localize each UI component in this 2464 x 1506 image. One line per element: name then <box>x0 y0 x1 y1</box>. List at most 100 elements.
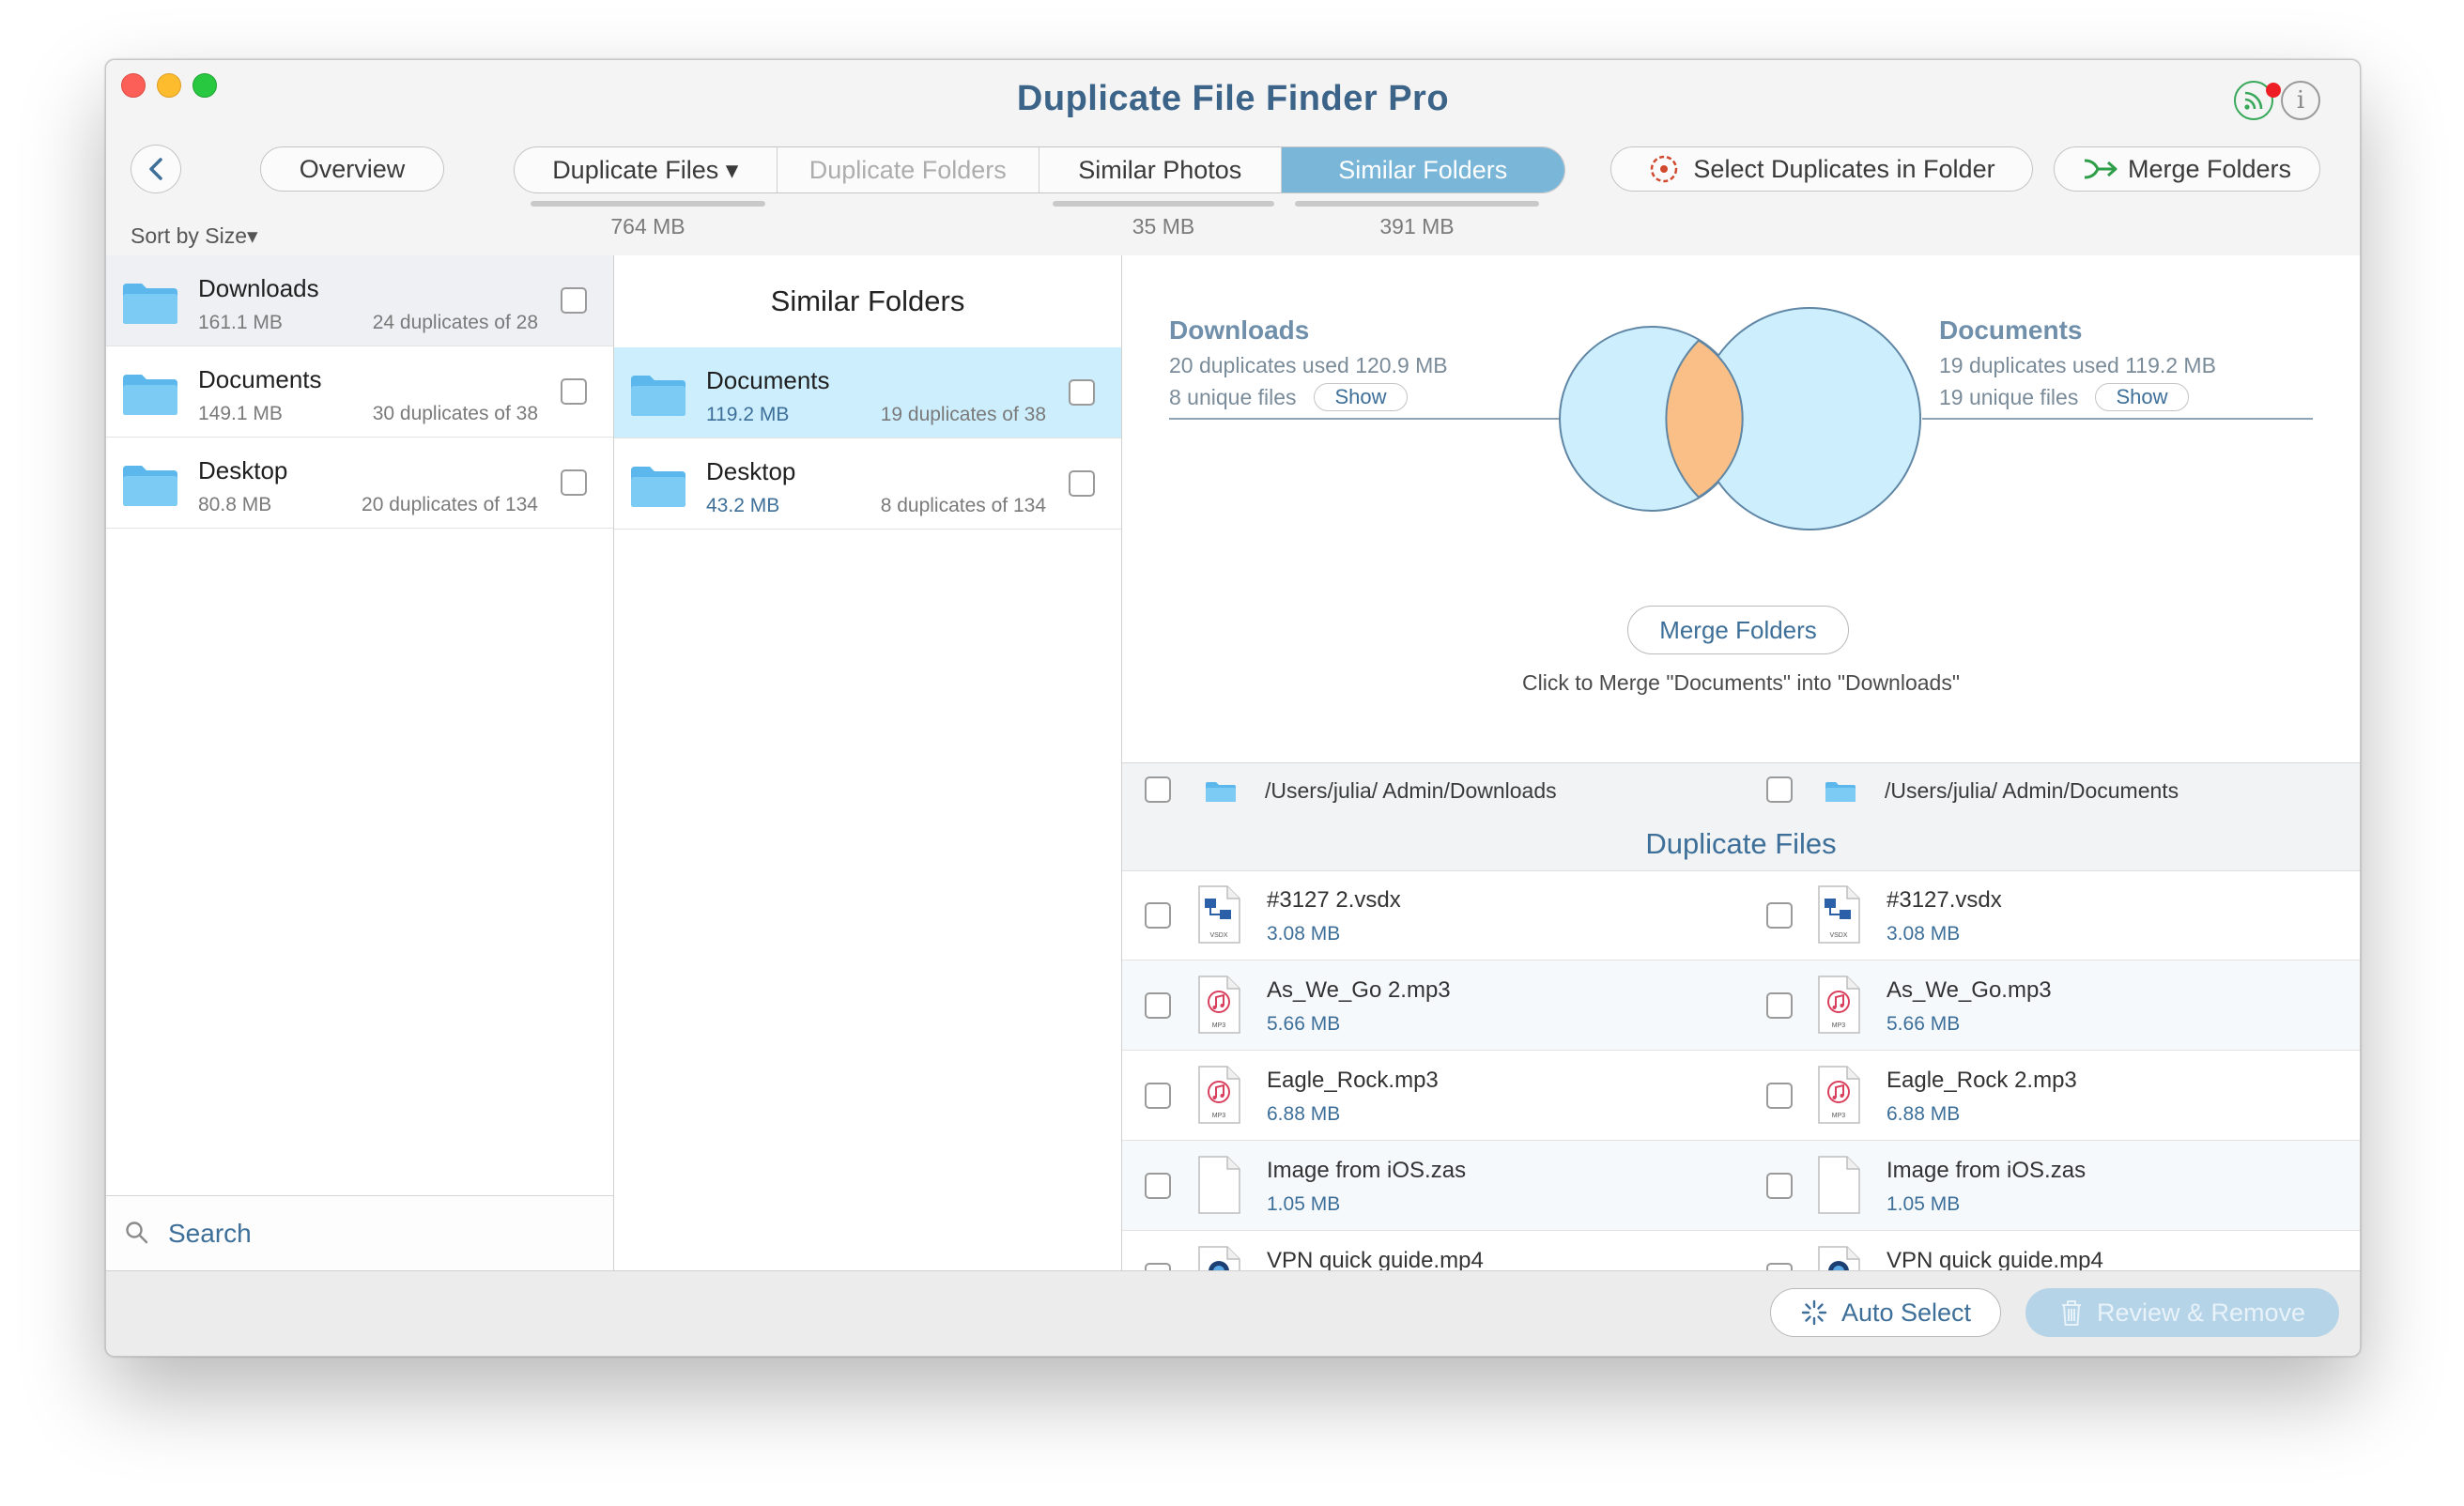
merge-hint-text: Click to Merge "Documents" into "Downloa… <box>1521 670 1960 695</box>
folder-name: Desktop <box>706 457 796 485</box>
tab-similar-folders[interactable]: Similar Folders <box>1281 147 1564 192</box>
folder-row-downloads[interactable]: Downloads 161.1 MB 24 duplicates of 28 <box>106 255 613 346</box>
mp3-file-icon: MP3 <box>1817 1066 1860 1124</box>
bottom-toolbar: Auto Select Review & Remove <box>106 1270 2360 1356</box>
duplicate-file-row[interactable]: MP3 Eagle_Rock.mp3 6.88 MB MP3 Eagle_Rock 2.… <box>1122 1051 2360 1141</box>
magic-wand-icon <box>1801 1299 1827 1326</box>
view-mode-segmented-control: Duplicate Files ▾ Duplicate Folders Simi… <box>514 146 1565 193</box>
auto-select-button[interactable]: Auto Select <box>1770 1288 2001 1337</box>
right-file-size: 1.05 MB <box>1886 1193 1961 1215</box>
folder-checkbox[interactable] <box>1069 379 1095 406</box>
folder-name: Desktop <box>198 456 288 484</box>
select-duplicates-in-folder-button[interactable]: Select Duplicates in Folder <box>1610 146 2033 192</box>
left-file-checkbox[interactable] <box>1145 1173 1171 1199</box>
merge-folders-toolbar-label: Merge Folders <box>2127 154 2292 183</box>
select-all-right-checkbox[interactable] <box>1766 776 1793 803</box>
folder-size: 119.2 MB <box>706 404 790 425</box>
svg-text:MP3: MP3 <box>1212 1022 1226 1029</box>
folder-size: 149.1 MB <box>198 403 283 424</box>
select-duplicates-label: Select Duplicates in Folder <box>1693 154 1995 183</box>
duplicate-file-row[interactable]: Image from iOS.zas 1.05 MB Image from iOS.… <box>1122 1141 2360 1231</box>
search-placeholder: Search <box>168 1219 252 1248</box>
source-folders-panel: Downloads 161.1 MB 24 duplicates of 28 D… <box>106 255 614 1271</box>
back-button[interactable] <box>131 145 181 193</box>
trash-icon <box>2061 1300 2081 1326</box>
svg-text:MP3: MP3 <box>1832 1022 1846 1029</box>
similar-folders-heading: Similar Folders <box>770 284 965 317</box>
folder-name: Documents <box>706 366 830 394</box>
folder-checkbox[interactable] <box>561 469 587 496</box>
folder-icon <box>123 284 177 324</box>
folder-name: Downloads <box>198 274 319 302</box>
review-and-remove-button[interactable]: Review & Remove <box>2025 1288 2339 1337</box>
folder-icon <box>631 376 685 416</box>
right-folder-title: Documents <box>1939 315 2083 345</box>
blank-file-icon <box>1197 1156 1240 1214</box>
duplicate-file-row[interactable]: VSDX #3127 2.vsdx 3.08 MB VSDX #3127.vsdx 3.0… <box>1122 870 2360 960</box>
right-file-name: Eagle_Rock 2.mp3 <box>1886 1068 2077 1093</box>
folder-duplicates: 30 duplicates of 38 <box>372 403 538 424</box>
vsdx-file-icon: VSDX <box>1817 885 1860 944</box>
similar-folders-size-bar <box>1295 201 1539 207</box>
folder-row-desktop[interactable]: Desktop 80.8 MB 20 duplicates of 134 <box>106 438 613 529</box>
info-icon[interactable]: i <box>2281 81 2320 120</box>
left-folder-duplicates-used: 20 duplicates used 120.9 MB <box>1169 353 1448 377</box>
merge-folders-toolbar-button[interactable]: Merge Folders <box>2054 146 2320 192</box>
similar-folder-row-desktop[interactable]: Desktop 43.2 MB 8 duplicates of 134 <box>614 438 1121 530</box>
left-file-size: 3.08 MB <box>1267 923 1341 945</box>
right-show-unique-button[interactable]: Show <box>2095 383 2189 411</box>
blank-file-icon <box>1817 1156 1860 1214</box>
folder-duplicates: 19 duplicates of 38 <box>880 404 1046 425</box>
svg-text:MP3: MP3 <box>1832 1113 1846 1119</box>
similar-folders-panel: Similar Folders Documents 119.2 MB 19 du… <box>614 255 1122 1271</box>
app-title: Duplicate File Finder Pro <box>1016 79 1450 118</box>
right-file-size: 6.88 MB <box>1886 1103 1961 1125</box>
left-file-checkbox[interactable] <box>1145 992 1171 1019</box>
left-file-name: Image from iOS.zas <box>1267 1158 1467 1183</box>
folder-name: Documents <box>198 365 322 393</box>
left-file-checkbox[interactable] <box>1145 1083 1171 1109</box>
right-file-size: 5.66 MB <box>1886 1013 1961 1035</box>
folder-row-documents[interactable]: Documents 149.1 MB 30 duplicates of 38 <box>106 346 613 438</box>
search-icon <box>126 1222 148 1244</box>
right-file-name: #3127.vsdx <box>1886 887 2002 913</box>
tab-similar-photos[interactable]: Similar Photos <box>1040 147 1282 192</box>
svg-text:MP3: MP3 <box>1212 1113 1226 1119</box>
folder-duplicates: 20 duplicates of 134 <box>362 494 538 515</box>
folder-duplicates: 24 duplicates of 28 <box>372 312 538 333</box>
overview-button[interactable]: Overview <box>260 146 444 192</box>
right-file-checkbox[interactable] <box>1766 902 1793 929</box>
similar-photos-size: 35 MB <box>1132 214 1195 238</box>
right-file-checkbox[interactable] <box>1766 992 1793 1019</box>
folder-size: 161.1 MB <box>198 312 283 333</box>
notification-badge <box>2266 83 2281 98</box>
merge-folders-button[interactable]: Merge Folders <box>1627 606 1849 654</box>
tab-duplicate-folders[interactable]: Duplicate Folders <box>778 147 1040 192</box>
left-file-name: Eagle_Rock.mp3 <box>1267 1068 1439 1093</box>
chevron-left-icon <box>149 158 162 180</box>
duplicate-file-row[interactable]: MP3 As_We_Go 2.mp3 5.66 MB MP3 As_We_Go.mp3 5… <box>1122 960 2360 1051</box>
folder-icon <box>123 466 177 506</box>
sort-by-size-dropdown[interactable]: Sort by Size▾ <box>131 223 258 249</box>
right-file-checkbox[interactable] <box>1766 1173 1793 1199</box>
folder-duplicates: 8 duplicates of 134 <box>880 495 1046 516</box>
merge-arrow-icon <box>2084 159 2118 179</box>
folder-checkbox[interactable] <box>1069 470 1095 497</box>
folder-checkbox[interactable] <box>561 378 587 405</box>
left-file-size: 6.88 MB <box>1267 1103 1341 1125</box>
tab-duplicate-files[interactable]: Duplicate Files ▾ <box>515 147 778 192</box>
svg-text:VSDX: VSDX <box>1209 932 1227 939</box>
search-field[interactable]: Search <box>106 1195 613 1271</box>
mp3-file-icon: MP3 <box>1197 976 1240 1034</box>
similar-folder-row-documents[interactable]: Documents 119.2 MB 19 duplicates of 38 <box>614 347 1121 438</box>
target-icon <box>1651 155 1678 183</box>
review-and-remove-label: Review & Remove <box>2096 1298 2306 1327</box>
folder-checkbox[interactable] <box>561 287 587 314</box>
folder-size: 80.8 MB <box>198 494 272 515</box>
select-all-left-checkbox[interactable] <box>1145 776 1171 803</box>
left-show-unique-button[interactable]: Show <box>1314 383 1408 411</box>
folder-comparison-panel: Downloads 20 duplicates used 120.9 MB 8 … <box>1122 255 2360 1321</box>
similar-photos-size-bar <box>1053 201 1274 207</box>
right-file-checkbox[interactable] <box>1766 1083 1793 1109</box>
left-file-checkbox[interactable] <box>1145 902 1171 929</box>
